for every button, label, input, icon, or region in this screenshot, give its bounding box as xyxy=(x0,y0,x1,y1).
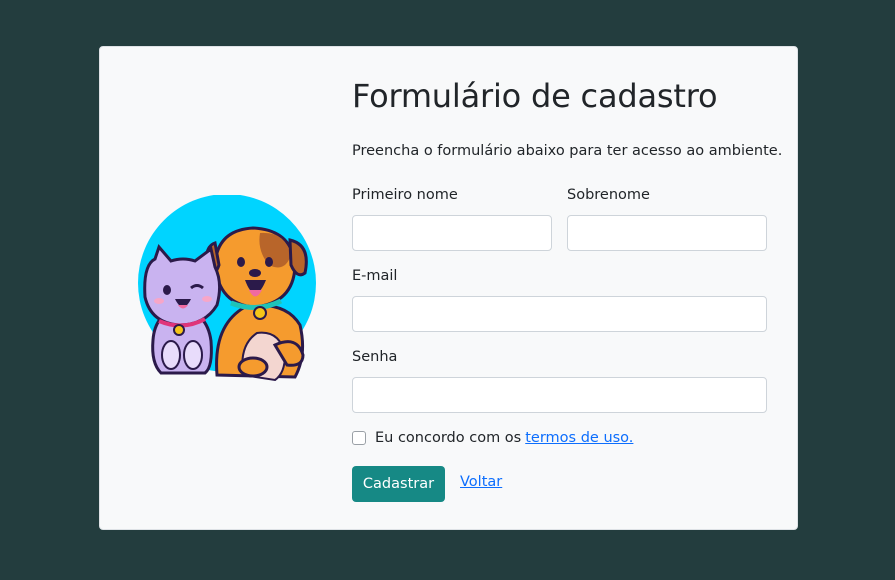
form-description: Preencha o formulário abaixo para ter ac… xyxy=(352,143,783,159)
terms-checkbox[interactable] xyxy=(352,431,366,445)
terms-link[interactable]: termos de uso. xyxy=(525,430,633,446)
terms-text: Eu concordo com os xyxy=(375,430,522,446)
signup-card: Formulário de cadastro Preencha o formul… xyxy=(99,46,798,530)
submit-button[interactable]: Cadastrar xyxy=(352,466,445,502)
last-name-label: Sobrenome xyxy=(567,187,650,203)
terms-row: Eu concordo com os termos de uso. xyxy=(352,430,633,446)
first-name-label: Primeiro nome xyxy=(352,187,458,203)
email-label: E-mail xyxy=(352,268,398,284)
password-input[interactable] xyxy=(352,377,767,413)
pets-icon xyxy=(138,194,316,382)
email-input[interactable] xyxy=(352,296,767,332)
first-name-input[interactable] xyxy=(352,215,552,251)
back-link[interactable]: Voltar xyxy=(460,474,502,490)
page-title: Formulário de cadastro xyxy=(352,77,718,115)
cat-and-dog-illustration xyxy=(135,194,320,385)
password-label: Senha xyxy=(352,349,398,365)
last-name-input[interactable] xyxy=(567,215,767,251)
